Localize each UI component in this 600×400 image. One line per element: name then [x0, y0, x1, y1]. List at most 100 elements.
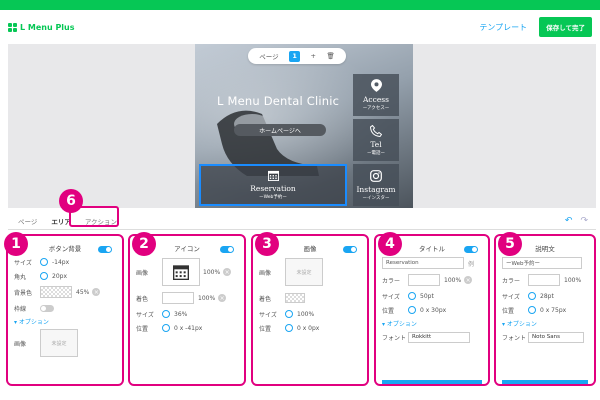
- app-logo: L Menu Plus: [8, 22, 75, 32]
- preview-canvas: L Menu Dental Clinic ホームページへ Access ーアクセ…: [8, 44, 596, 208]
- instagram-icon: [370, 169, 382, 182]
- panel-title-text: タイトル Reservation 例 カラー 100% × サイズ 50pt 位置 0 x…: [374, 234, 490, 386]
- options-expander[interactable]: ▾ オプション: [502, 319, 588, 328]
- color-swatch[interactable]: [285, 293, 305, 303]
- size-value: 28pt: [540, 292, 554, 300]
- color-label: 着色: [136, 295, 149, 303]
- save-and-finish-button[interactable]: 保存して完了: [539, 17, 592, 37]
- color-label: 着色: [259, 295, 272, 303]
- image-dropzone[interactable]: 未設定: [40, 329, 78, 357]
- position-label: 位置: [259, 325, 272, 333]
- color-swatch[interactable]: [528, 274, 560, 286]
- instagram-label: Instagram: [356, 184, 396, 194]
- access-tile[interactable]: Access ーアクセスー: [353, 74, 399, 116]
- position-slider-handle[interactable]: [285, 324, 293, 332]
- page-label: ページ: [259, 53, 279, 61]
- color-value: 100%: [564, 276, 582, 284]
- size-value: 36%: [174, 310, 188, 318]
- position-slider-handle[interactable]: [162, 324, 170, 332]
- location-pin-icon: [370, 79, 382, 92]
- redo-icon[interactable]: ↷: [580, 216, 588, 226]
- panel-button-background: ボタン背景 サイズ -14px 角丸 20px 背景色 45% × 枠線 ▾ オプション…: [6, 234, 124, 386]
- reservation-area-selected[interactable]: Reservation ーWeb予約ー: [199, 164, 347, 206]
- size-slider-handle[interactable]: [528, 292, 536, 300]
- image-value: 100%: [203, 268, 221, 276]
- add-page-button[interactable]: +: [311, 52, 316, 60]
- bgcolor-value: 45%: [76, 288, 90, 296]
- panel-image: 画像 画像 未設定 着色 サイズ 100% 位置 0 x 0px: [251, 234, 369, 386]
- annotation-badge-6: 6: [59, 189, 83, 213]
- position-value: 0 x 75px: [540, 306, 567, 314]
- page-number-1[interactable]: 1: [289, 50, 301, 62]
- position-slider-handle[interactable]: [408, 306, 416, 314]
- border-toggle[interactable]: [40, 304, 54, 312]
- image-label: 画像: [136, 269, 149, 277]
- size-slider-handle[interactable]: [408, 292, 416, 300]
- enable-toggle[interactable]: [220, 246, 234, 253]
- font-label: フォント: [382, 334, 407, 342]
- app-logo-text: L Menu Plus: [20, 22, 75, 32]
- panel-description: 説明文 ーWeb予約ー カラー 100% サイズ 28pt 位置 0 x 75px ▾…: [494, 234, 596, 386]
- phone-icon: [370, 124, 382, 137]
- enable-toggle[interactable]: [343, 246, 357, 253]
- position-slider-handle[interactable]: [528, 306, 536, 314]
- clear-icon[interactable]: ×: [223, 268, 232, 276]
- position-value: 0 x -41px: [174, 324, 203, 332]
- annotation-badge-3: 3: [255, 232, 279, 256]
- delete-page-button[interactable]: 🗑: [326, 52, 334, 60]
- size-label: サイズ: [382, 293, 400, 301]
- options-expander[interactable]: ▾ オプション: [14, 317, 116, 326]
- color-label: カラー: [382, 277, 401, 285]
- color-value: 100%: [444, 276, 462, 284]
- clear-icon[interactable]: ×: [464, 276, 473, 284]
- annotation-badge-1: 1: [4, 232, 28, 256]
- instagram-tile[interactable]: Instagram ーインスター: [353, 164, 399, 206]
- tel-tile[interactable]: Tel ー電話ー: [353, 119, 399, 161]
- access-label: Access: [363, 95, 389, 104]
- bgcolor-swatch[interactable]: [40, 286, 72, 298]
- calendar-icon: [173, 265, 189, 280]
- size-value: 50pt: [420, 292, 434, 300]
- options-expander[interactable]: ▾ オプション: [382, 319, 482, 328]
- color-swatch[interactable]: [162, 292, 194, 304]
- size-label: サイズ: [502, 293, 520, 301]
- undo-icon[interactable]: ↶: [565, 216, 573, 226]
- enable-toggle[interactable]: [464, 246, 478, 253]
- radius-slider-handle[interactable]: [40, 272, 48, 280]
- annotation-badge-2: 2: [132, 232, 156, 256]
- homepage-button[interactable]: ホームページへ: [234, 124, 326, 136]
- size-label: サイズ: [136, 311, 154, 319]
- reservation-sub: ーWeb予約ー: [259, 195, 287, 200]
- font-select[interactable]: Noto Sans: [528, 331, 584, 343]
- template-link[interactable]: テンプレート: [479, 22, 527, 33]
- tab-page[interactable]: ページ: [12, 212, 43, 230]
- reservation-label: Reservation: [250, 184, 296, 193]
- position-value: 0 x 30px: [420, 306, 447, 314]
- color-swatch[interactable]: [408, 274, 440, 286]
- top-brand-bar: [0, 0, 600, 10]
- tel-label: Tel: [370, 139, 382, 149]
- clear-icon[interactable]: ×: [218, 294, 227, 302]
- radius-value: 20px: [52, 272, 67, 280]
- size-slider-handle[interactable]: [40, 258, 48, 266]
- position-label: 位置: [382, 307, 395, 315]
- size-value: -14px: [52, 258, 70, 266]
- position-label: 位置: [502, 307, 515, 315]
- size-slider-handle[interactable]: [162, 310, 170, 318]
- clear-icon[interactable]: ×: [92, 288, 101, 296]
- title-text-input[interactable]: Reservation: [382, 257, 464, 269]
- image-dropzone[interactable]: 未設定: [285, 258, 323, 286]
- size-slider-handle[interactable]: [285, 310, 293, 318]
- bgcolor-label: 背景色: [14, 289, 33, 297]
- description-text-input[interactable]: ーWeb予約ー: [502, 257, 582, 269]
- color-value: 100%: [198, 294, 216, 302]
- image-label: 画像: [14, 340, 27, 348]
- page-switcher: ページ 1 + 🗑: [248, 48, 346, 64]
- icon-image-box[interactable]: [162, 258, 200, 286]
- size-value: 100%: [297, 310, 315, 318]
- example-label[interactable]: 例: [468, 259, 474, 268]
- clinic-title[interactable]: L Menu Dental Clinic: [217, 94, 339, 108]
- font-select[interactable]: Rokkitt: [408, 331, 470, 343]
- enable-toggle[interactable]: [98, 246, 112, 253]
- app-header: L Menu Plus テンプレート 保存して完了: [0, 10, 600, 44]
